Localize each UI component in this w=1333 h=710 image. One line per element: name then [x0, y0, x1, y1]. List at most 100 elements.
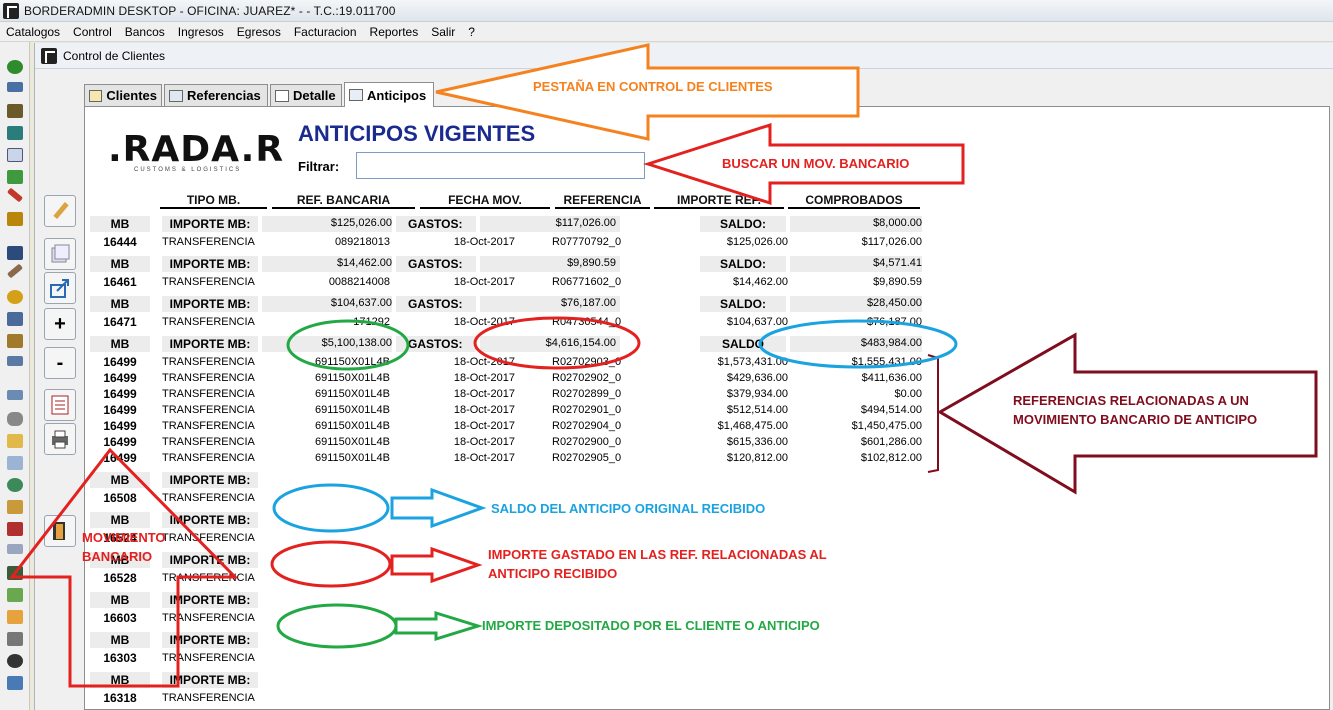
book-icon[interactable]: [7, 312, 23, 326]
menu-help[interactable]: ?: [468, 25, 475, 39]
group-mb-label: MB: [110, 217, 130, 231]
group-mb-label: MB: [110, 297, 130, 311]
row-comprobados: [790, 651, 922, 666]
tab-anticipos[interactable]: Anticipos: [344, 82, 434, 107]
tab-clientes[interactable]: Clientes: [84, 84, 162, 106]
group-importe-label: IMPORTE MB:: [169, 473, 251, 487]
menu-reportes[interactable]: Reportes: [370, 25, 419, 39]
chart-icon[interactable]: [7, 566, 23, 580]
row-ref-bancaria: 089218013: [334, 236, 390, 248]
row-importe-ref: $429,636.00: [726, 372, 788, 384]
group-importe-label: IMPORTE MB:: [169, 257, 251, 271]
printer-icon[interactable]: [7, 632, 23, 646]
row-comprobados: [790, 691, 922, 706]
tool-icon[interactable]: [6, 263, 24, 279]
row-comprobados: $411,636.00: [861, 372, 922, 384]
row-ref-bancaria: 691150X01L4B: [314, 388, 390, 400]
menu-control[interactable]: Control: [73, 25, 112, 39]
row-importe-ref: $14,462.00: [732, 276, 788, 288]
group-importe-label: IMPORTE MB:: [169, 673, 251, 687]
row-ref-bancaria: 691150X01L4B: [314, 420, 390, 432]
row-mb: 16499: [103, 419, 137, 433]
col-tipo-mb: TIPO MB.: [160, 193, 267, 209]
expand-button[interactable]: +: [44, 308, 76, 340]
note-icon[interactable]: [7, 588, 23, 602]
row-importe-ref: $125,026.00: [726, 236, 788, 248]
pencil-icon[interactable]: [6, 187, 24, 203]
col-fecha-mov: FECHA MOV.: [420, 193, 550, 209]
folder-icon[interactable]: [7, 434, 23, 448]
formula-icon[interactable]: [7, 82, 23, 92]
tab-referencias[interactable]: Referencias: [164, 84, 268, 106]
box-icon[interactable]: [7, 610, 23, 624]
list-icon[interactable]: [7, 544, 23, 554]
row-tipo: TRANSFERENCIA: [162, 692, 255, 704]
exit-door-button[interactable]: [44, 515, 76, 547]
door-icon: [53, 522, 65, 540]
logo-text: .RADA.R: [108, 129, 285, 170]
person-icon[interactable]: [7, 104, 23, 118]
lock-icon[interactable]: [7, 500, 23, 514]
row-importe-ref: [690, 691, 788, 706]
group-saldo-value: $8,000.00: [873, 217, 922, 229]
window-icon[interactable]: [7, 676, 23, 690]
document-icon[interactable]: [7, 148, 23, 162]
row-fecha: 18-Oct-2017: [453, 236, 515, 248]
row-mb: 16499: [103, 355, 137, 369]
copy-icon: [51, 244, 70, 263]
row-comprobados: $601,286.00: [860, 436, 922, 448]
export-button[interactable]: [44, 272, 76, 304]
menu-egresos[interactable]: Egresos: [237, 25, 281, 39]
row-mb: 16444: [103, 235, 137, 249]
balance-icon[interactable]: [7, 246, 23, 260]
row-tipo: TRANSFERENCIA: [162, 492, 255, 504]
menu-salir[interactable]: Salir: [431, 25, 455, 39]
settings-icon[interactable]: [7, 478, 23, 492]
row-mb: 16499: [103, 371, 137, 385]
group-mb-label: MB: [110, 337, 130, 351]
row-tipo: TRANSFERENCIA: [162, 652, 255, 664]
gear-icon[interactable]: [7, 290, 23, 304]
row-tipo: TRANSFERENCIA: [162, 436, 255, 448]
chip-icon[interactable]: [7, 334, 23, 348]
search-doc-icon[interactable]: [7, 456, 23, 470]
menu-facturacion[interactable]: Facturacion: [294, 25, 357, 39]
report-button[interactable]: [44, 389, 76, 421]
collapse-button[interactable]: -: [44, 347, 76, 379]
row-ref-bancaria: 691150X01L4B: [314, 452, 390, 464]
row-mb: 16499: [103, 435, 137, 449]
database-icon[interactable]: [7, 412, 23, 426]
bag-icon[interactable]: [7, 170, 23, 184]
report-icon[interactable]: [7, 212, 23, 226]
left-toolbar: [0, 42, 30, 710]
menu-ingresos[interactable]: Ingresos: [178, 25, 224, 39]
money-bag-icon[interactable]: [7, 60, 23, 74]
doc-search-icon: [349, 89, 363, 101]
calculator-icon[interactable]: [7, 126, 23, 140]
menu-bancos[interactable]: Bancos: [125, 25, 165, 39]
row-tipo: TRANSFERENCIA: [162, 276, 255, 288]
group-gastos-label: GASTOS:: [408, 297, 463, 311]
annotation-tab: PESTAÑA EN CONTROL DE CLIENTES: [533, 79, 773, 94]
menu-catalogos[interactable]: Catalogos: [6, 25, 60, 39]
row-tipo: TRANSFERENCIA: [162, 404, 255, 416]
annotation-mov-1: MOVIMIENTO: [82, 530, 166, 545]
row-fecha: 18-Oct-2017: [453, 316, 515, 328]
group-gastos-value: $76,187.00: [560, 297, 616, 309]
grid-icon[interactable]: [7, 522, 23, 536]
group-gastos-value: $4,616,154.00: [545, 337, 616, 349]
group-saldo-label: SALDO: [722, 337, 764, 351]
filter-input[interactable]: [356, 152, 645, 179]
row-referencia: R07770792_0: [552, 236, 622, 248]
xy-icon[interactable]: [7, 390, 23, 400]
pen-icon: [53, 202, 69, 220]
window-title: BORDERADMIN DESKTOP - OFICINA: JUAREZ* -…: [24, 3, 396, 18]
edit-pen-button[interactable]: [44, 195, 76, 227]
row-referencia: R04730544_0: [552, 316, 622, 328]
group-mb-label: MB: [110, 593, 130, 607]
truck-icon[interactable]: [7, 356, 23, 366]
web-icon[interactable]: [7, 654, 23, 668]
print-button[interactable]: [44, 423, 76, 455]
tab-detalle[interactable]: Detalle: [270, 84, 342, 106]
copy-button[interactable]: [44, 238, 76, 270]
